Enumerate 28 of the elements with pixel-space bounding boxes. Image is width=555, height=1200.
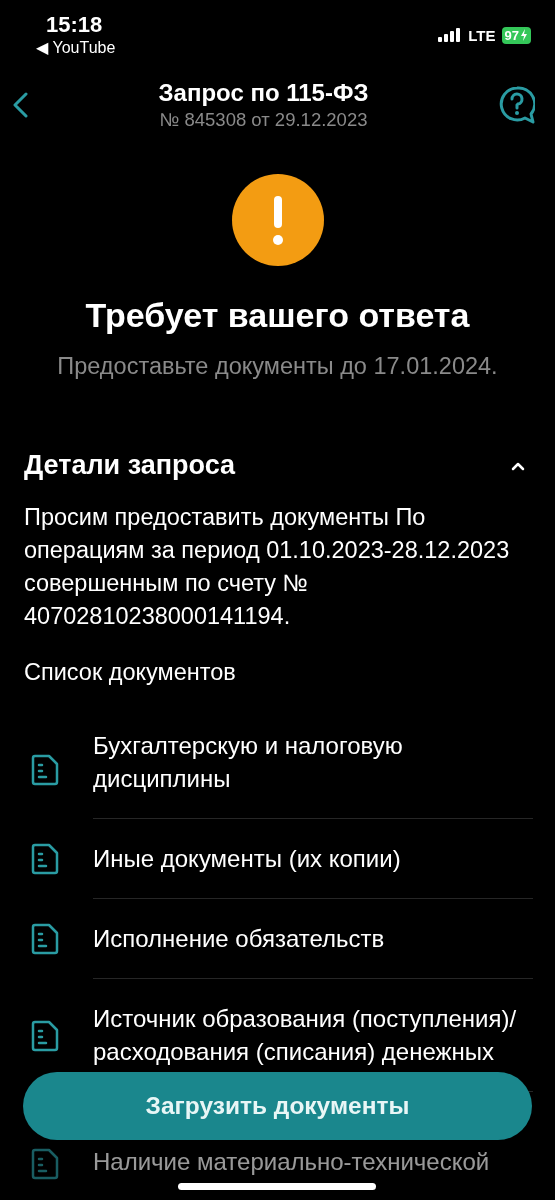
status-title: Требует вашего ответа (85, 296, 470, 335)
page-title: Запрос по 115-ФЗ (158, 79, 369, 107)
section-title: Детали запроса (24, 450, 236, 481)
network-label: LTE (468, 26, 496, 44)
request-number: № 845308 от 29.12.2023 (159, 109, 368, 131)
document-item[interactable]: Исполнение обязательств (93, 922, 533, 955)
collapse-chevron-icon[interactable] (511, 460, 525, 471)
document-item[interactable]: Иные документы (их копии) (93, 842, 533, 875)
document-icon (31, 923, 59, 955)
upload-documents-button[interactable]: Загрузить документы (23, 1072, 532, 1140)
document-icon (31, 1019, 59, 1052)
status-subtitle: Предоставьте документы до 17.01.2024. (57, 353, 498, 380)
help-icon[interactable] (499, 86, 535, 124)
warning-icon (231, 174, 324, 266)
list-title: Список документов (24, 659, 237, 686)
status-time: 15:18 (46, 12, 103, 38)
document-icon (31, 1147, 59, 1180)
battery-level: 97 (504, 27, 519, 43)
signal-icon (438, 28, 463, 42)
document-item[interactable]: Наличие материально-технической (93, 1145, 533, 1178)
document-icon (31, 843, 59, 875)
document-icon (31, 754, 59, 786)
document-item[interactable]: Источник образования (поступления)/ расходования (списания) денежных (93, 1002, 533, 1068)
document-item[interactable]: Бухгалтерскую и налоговую дисциплины (93, 729, 533, 795)
bolt-icon (520, 29, 528, 41)
back-to-app-link[interactable]: ◀ YouTube (36, 38, 116, 57)
request-description: Просим предоставить документы По операциям за период 01.10.2023-28.12.2023 совершенным по счету № 40702810238000141194. (24, 503, 511, 631)
back-chevron-icon[interactable] (12, 92, 28, 118)
